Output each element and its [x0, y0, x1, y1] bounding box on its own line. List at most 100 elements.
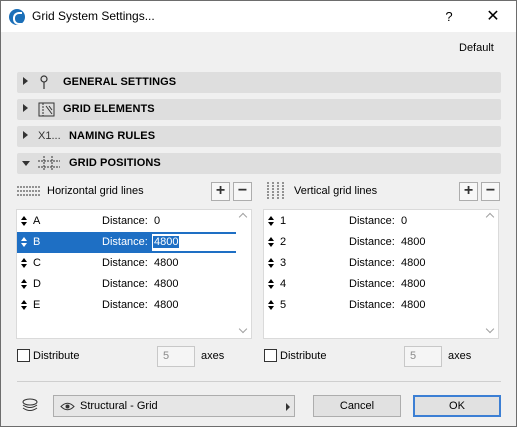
grid-element-icon	[38, 102, 55, 117]
drag-handle-icon[interactable]	[21, 279, 27, 290]
distribute-label: Distribute	[280, 350, 327, 362]
distance-label: Distance:	[102, 257, 148, 269]
section-grid-elements[interactable]: GRID ELEMENTS	[17, 99, 501, 120]
vertical-distribute-checkbox[interactable]	[264, 349, 277, 362]
list-item[interactable]: E Distance: 4800	[17, 295, 237, 316]
grid-line-name: 2	[280, 236, 287, 248]
expand-arrow-icon	[23, 131, 28, 139]
list-item-selected[interactable]: B Distance: 4800	[17, 232, 237, 253]
list-item[interactable]: 2 Distance: 4800	[264, 232, 484, 253]
list-item[interactable]: 5 Distance: 4800	[264, 295, 484, 316]
list-item[interactable]: A Distance: 0	[17, 211, 237, 232]
scroll-down-icon[interactable]	[485, 324, 495, 334]
distance-value[interactable]: 4800	[401, 278, 425, 290]
distance-label: Distance:	[349, 257, 395, 269]
distance-value[interactable]: 4800	[401, 257, 425, 269]
distance-label: Distance:	[349, 215, 395, 227]
add-vertical-line-button[interactable]: +	[459, 182, 478, 201]
collapse-arrow-icon	[22, 161, 30, 166]
grid-line-name: E	[33, 299, 41, 311]
grid-line-name: C	[33, 257, 41, 269]
section-general-settings[interactable]: GENERAL SETTINGS	[17, 72, 501, 93]
list-item[interactable]: C Distance: 4800	[17, 253, 237, 274]
distance-value[interactable]: 4800	[401, 299, 425, 311]
scroll-up-icon[interactable]	[485, 212, 495, 222]
section-label: NAMING RULES	[69, 130, 156, 142]
list-item[interactable]: 3 Distance: 4800	[264, 253, 484, 274]
list-item[interactable]: 4 Distance: 4800	[264, 274, 484, 295]
distance-value[interactable]: 0	[401, 215, 407, 227]
section-label: GRID POSITIONS	[69, 157, 161, 169]
section-label: GENERAL SETTINGS	[63, 76, 177, 88]
window-title: Grid System Settings...	[32, 9, 155, 23]
distance-value[interactable]: 0	[154, 215, 160, 227]
distance-label: Distance:	[102, 236, 148, 248]
help-button[interactable]: ?	[437, 6, 461, 28]
expand-arrow-icon	[23, 77, 28, 85]
distance-label: Distance:	[349, 278, 395, 290]
horizontal-axes-count-input[interactable]: 5	[157, 346, 195, 367]
horizontal-distribute-checkbox[interactable]	[17, 349, 30, 362]
drag-handle-icon[interactable]	[268, 300, 274, 311]
remove-horizontal-line-button[interactable]: −	[233, 182, 252, 201]
distance-label: Distance:	[349, 236, 395, 248]
distance-value[interactable]: 4800	[153, 236, 180, 248]
footer-divider	[17, 381, 501, 382]
vertical-list-scrollbar[interactable]	[483, 210, 498, 338]
horizontal-grid-list: A Distance: 0 B Distance: 4800 C Distanc…	[16, 209, 252, 339]
vertical-grid-icon	[267, 182, 284, 200]
scroll-down-icon[interactable]	[238, 324, 248, 334]
pin-icon	[40, 75, 48, 89]
drag-handle-icon[interactable]	[21, 216, 27, 227]
grid-system-settings-dialog: Grid System Settings... ? ✕ Default GENE…	[0, 0, 517, 427]
remove-vertical-line-button[interactable]: −	[481, 182, 500, 201]
drag-handle-icon[interactable]	[268, 216, 274, 227]
distribute-label: Distribute	[33, 350, 80, 362]
distance-label: Distance:	[102, 299, 148, 311]
drag-handle-icon[interactable]	[21, 258, 27, 269]
drag-handle-icon[interactable]	[268, 237, 274, 248]
expand-arrow-icon	[23, 104, 28, 112]
grid-line-name: A	[33, 215, 41, 227]
eye-icon	[60, 402, 75, 411]
distance-label: Distance:	[102, 278, 148, 290]
title-bar: Grid System Settings... ? ✕	[1, 1, 516, 32]
section-label: GRID ELEMENTS	[63, 103, 155, 115]
naming-rules-icon: X1...	[38, 130, 61, 142]
axes-label: axes	[201, 350, 225, 362]
ok-button[interactable]: OK	[413, 395, 501, 417]
list-item[interactable]: D Distance: 4800	[17, 274, 237, 295]
add-horizontal-line-button[interactable]: +	[211, 182, 230, 201]
scroll-up-icon[interactable]	[238, 212, 248, 222]
distance-value[interactable]: 4800	[154, 257, 178, 269]
vertical-axes-count-input[interactable]: 5	[404, 346, 442, 367]
grid-positions-icon	[38, 156, 60, 171]
distance-label: Distance:	[102, 215, 148, 227]
grid-line-name: 1	[280, 215, 287, 227]
section-grid-positions[interactable]: GRID POSITIONS	[17, 153, 501, 174]
drag-handle-icon[interactable]	[21, 300, 27, 311]
cancel-button[interactable]: Cancel	[313, 395, 401, 417]
drag-handle-icon[interactable]	[21, 237, 27, 248]
vertical-grid-lines-title: Vertical grid lines	[294, 185, 378, 197]
close-button[interactable]: ✕	[479, 6, 507, 28]
grid-line-name: D	[33, 278, 41, 290]
drag-handle-icon[interactable]	[268, 258, 274, 269]
grid-line-name: B	[33, 236, 41, 248]
grid-line-name: 5	[280, 299, 287, 311]
grid-line-name: 3	[280, 257, 287, 269]
horizontal-list-scrollbar[interactable]	[236, 210, 251, 338]
horizontal-grid-lines-title: Horizontal grid lines	[47, 185, 144, 197]
distance-value[interactable]: 4800	[154, 278, 178, 290]
distance-value[interactable]: 4800	[154, 299, 178, 311]
distance-value[interactable]: 4800	[401, 236, 425, 248]
grid-line-name: 4	[280, 278, 287, 290]
horizontal-grid-icon	[17, 186, 41, 196]
drag-handle-icon[interactable]	[268, 279, 274, 290]
distance-edit-field[interactable]: 4800	[151, 233, 237, 252]
dropdown-arrow-icon	[286, 403, 290, 411]
section-naming-rules[interactable]: X1... NAMING RULES	[17, 126, 501, 147]
list-item[interactable]: 1 Distance: 0	[264, 211, 484, 232]
default-settings-label[interactable]: Default	[459, 42, 494, 54]
layer-select[interactable]: Structural - Grid	[53, 395, 295, 417]
